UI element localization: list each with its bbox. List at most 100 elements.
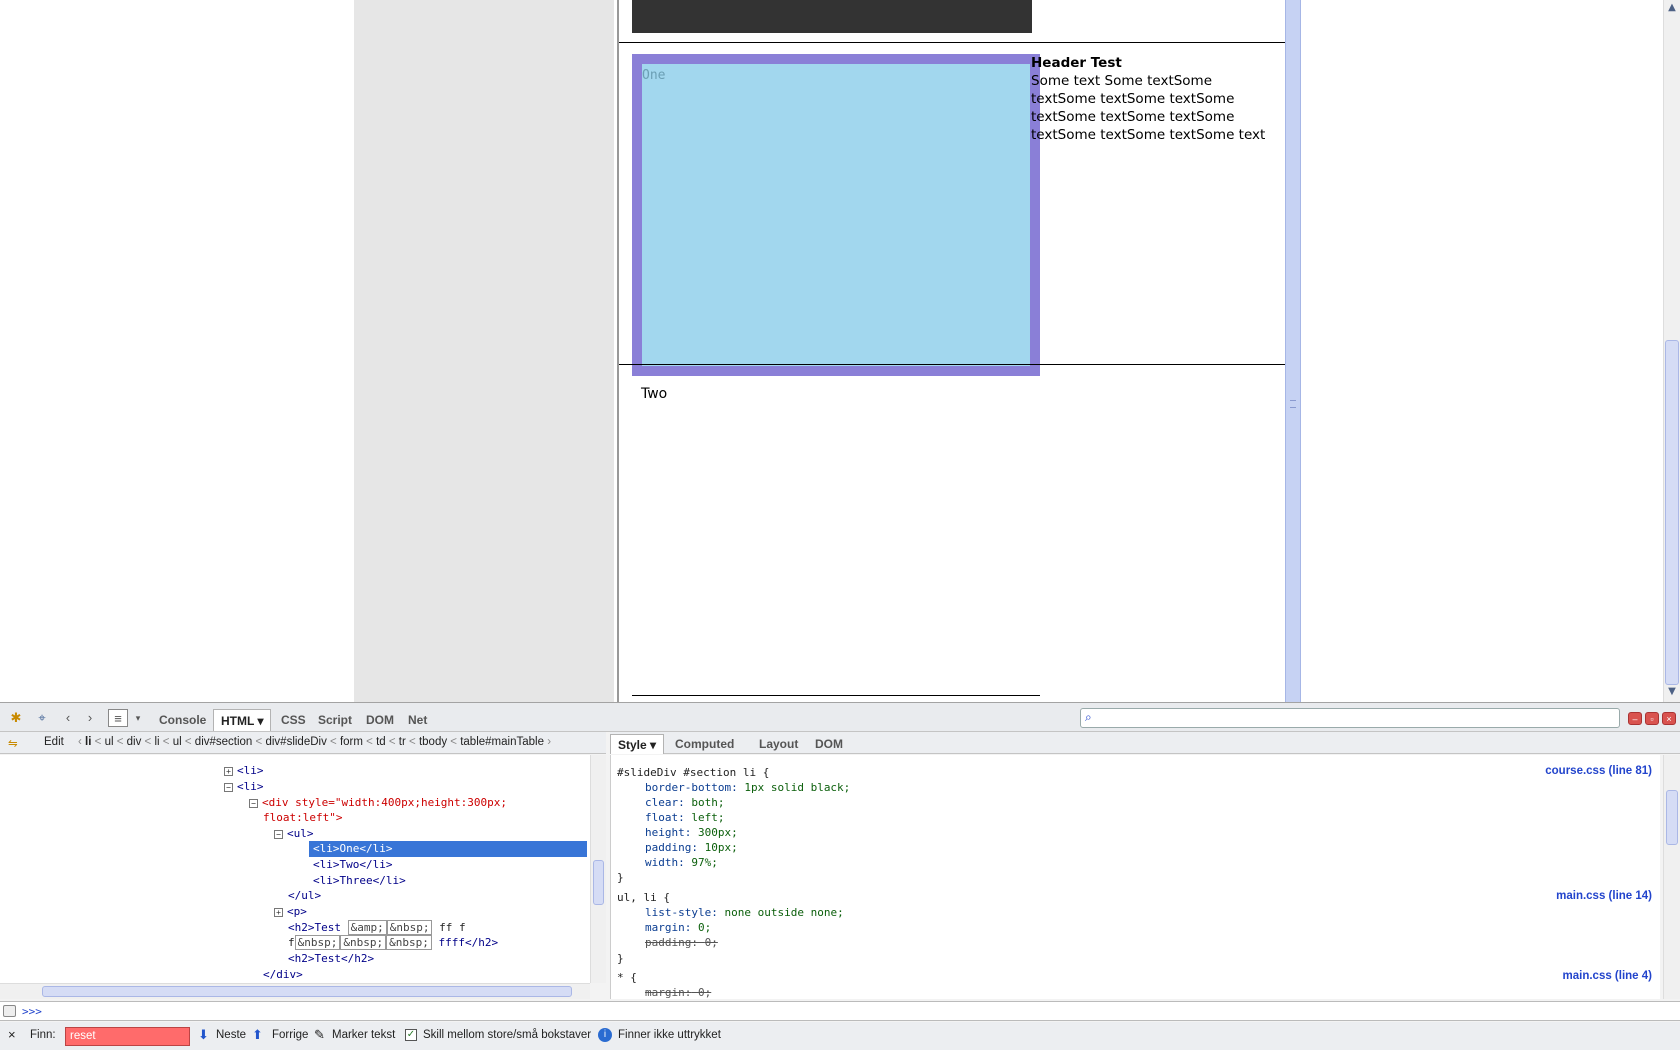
- dark-top-block: [632, 0, 1032, 33]
- highlight-all-button[interactable]: Marker tekst: [332, 1029, 395, 1041]
- arrow-down-icon[interactable]: ⬇: [198, 1027, 209, 1043]
- list-item-one-label: One: [642, 68, 666, 83]
- html-vertical-scrollbar[interactable]: [590, 755, 606, 983]
- css-property[interactable]: height: 300px;: [645, 825, 738, 840]
- breadcrumb-item[interactable]: div#slideDiv: [265, 736, 326, 748]
- tree-node[interactable]: </ul>: [288, 888, 321, 904]
- close-icon[interactable]: ×: [1662, 712, 1676, 725]
- item-bottom-border: [632, 695, 1040, 696]
- match-case-label[interactable]: Skill mellom store/små bokstaver: [423, 1029, 591, 1041]
- command-prompt: >>>: [22, 1005, 42, 1018]
- pen-icon[interactable]: ✎: [314, 1027, 325, 1043]
- tab-style[interactable]: Style ▾: [610, 734, 665, 754]
- tree-node[interactable]: </div>: [263, 967, 303, 983]
- css-property[interactable]: width: 97%;: [645, 855, 718, 870]
- breadcrumb-item[interactable]: ul: [173, 736, 182, 748]
- tree-node[interactable]: + <li>: [224, 763, 264, 779]
- find-status: Finner ikke uttrykket: [618, 1029, 721, 1041]
- style-rules-pane: #slideDiv #section li { course.css (line…: [610, 755, 1660, 999]
- page-vertical-scrollbar[interactable]: ▲ ▼: [1663, 0, 1680, 702]
- breadcrumb-item[interactable]: li: [154, 736, 159, 748]
- info-icon: i: [598, 1028, 612, 1042]
- edit-button[interactable]: Edit: [44, 736, 64, 748]
- match-case-checkbox[interactable]: ✓: [405, 1029, 417, 1041]
- rule-selector: * {: [617, 971, 637, 984]
- command-line[interactable]: >>>: [0, 1001, 1680, 1021]
- firebug-panel: ✱ ⌖ ‹ › ≡ ▾ Console HTML ▾ CSS Script DO…: [0, 702, 1680, 1050]
- css-property-overridden[interactable]: padding: 0;: [645, 935, 718, 950]
- detach-icon[interactable]: ▫: [1645, 712, 1659, 725]
- rule-selector: ul, li {: [617, 891, 670, 904]
- tab-net[interactable]: Net: [401, 709, 434, 731]
- section-top-border: [619, 42, 1286, 43]
- breadcrumb-item[interactable]: td: [376, 736, 386, 748]
- breadcrumb-item[interactable]: table#mainTable: [460, 736, 544, 748]
- item-divider: [619, 364, 1286, 365]
- tree-node[interactable]: <li>Two</li>: [313, 857, 392, 873]
- search-icon: ⌕: [1085, 710, 1092, 724]
- breadcrumb-item[interactable]: form: [340, 736, 363, 748]
- breadcrumb-item[interactable]: div#section: [195, 736, 253, 748]
- rule-source-link[interactable]: course.css (line 81): [1545, 765, 1652, 777]
- css-property[interactable]: border-bottom: 1px solid black;: [645, 780, 850, 795]
- tab-layout[interactable]: Layout: [752, 734, 805, 754]
- forward-icon[interactable]: ›: [80, 709, 100, 727]
- tree-node[interactable]: <h2>Test &amp; &nbsp; ff f: [288, 920, 466, 936]
- find-input[interactable]: reset: [65, 1027, 190, 1046]
- minimize-icon[interactable]: –: [1628, 712, 1642, 725]
- css-property[interactable]: padding: 10px;: [645, 840, 738, 855]
- tab-css[interactable]: CSS: [274, 709, 313, 731]
- scroll-thumb[interactable]: [1665, 340, 1679, 685]
- css-property-overridden[interactable]: margin: 0;: [645, 985, 711, 999]
- tree-node[interactable]: − <li>: [224, 779, 264, 795]
- tab-script[interactable]: Script: [311, 709, 359, 731]
- tree-node[interactable]: <h2>Test</h2>: [288, 951, 374, 967]
- back-icon[interactable]: ‹: [58, 709, 78, 727]
- close-find-icon[interactable]: ×: [8, 1027, 16, 1042]
- rule-source-link[interactable]: main.css (line 14): [1556, 890, 1652, 902]
- rule-close: }: [617, 871, 624, 884]
- css-property[interactable]: margin: 0;: [645, 920, 711, 935]
- tab-console[interactable]: Console: [152, 709, 213, 731]
- tree-node[interactable]: <li>Three</li>: [313, 873, 406, 889]
- find-prev-button[interactable]: Forrige: [272, 1029, 308, 1041]
- tree-node-cont: f &nbsp; &nbsp; &nbsp; ffff</h2>: [288, 935, 499, 950]
- inspect-icon[interactable]: ⌖: [32, 709, 52, 727]
- css-property[interactable]: clear: both;: [645, 795, 725, 810]
- html-tree-pane: + <li> − <li> − <div style="width:400px;hei…: [0, 755, 590, 983]
- chevron-down-icon[interactable]: ▾: [131, 709, 145, 727]
- arrow-up-icon[interactable]: ⬆: [252, 1027, 263, 1043]
- html-breadcrumb-bar: ⇋ Edit ‹ li < ul < div < li < ul < div#s…: [0, 732, 606, 754]
- highlighted-list-item[interactable]: One: [632, 54, 1040, 376]
- rule-source-link[interactable]: main.css (line 4): [1563, 970, 1652, 982]
- tree-node[interactable]: − <ul>: [274, 826, 314, 842]
- find-label: Finn:: [30, 1029, 56, 1041]
- css-property[interactable]: list-style: none outside none;: [645, 905, 844, 920]
- tree-node[interactable]: + <p>: [274, 904, 307, 920]
- command-toggle-icon[interactable]: [3, 1005, 16, 1017]
- menu-lines-icon[interactable]: ≡: [108, 709, 128, 727]
- scroll-down-icon[interactable]: ▼: [1664, 684, 1680, 700]
- scroll-up-icon[interactable]: ▲: [1664, 0, 1680, 16]
- splitter-bar[interactable]: [1285, 0, 1301, 702]
- tab-computed[interactable]: Computed: [668, 734, 741, 754]
- style-vertical-scrollbar[interactable]: [1663, 755, 1680, 999]
- left-gray-column: [354, 0, 614, 702]
- breadcrumb-item[interactable]: tbody: [419, 736, 447, 748]
- tab-html[interactable]: HTML ▾: [213, 709, 272, 731]
- search-input[interactable]: ⌕: [1080, 708, 1620, 728]
- css-property[interactable]: float: left;: [645, 810, 725, 825]
- tree-node-selected[interactable]: <li>One</li>: [309, 841, 587, 857]
- tab-side-dom[interactable]: DOM: [808, 734, 850, 754]
- breadcrumb-item[interactable]: li: [85, 736, 91, 748]
- firebug-bug-icon[interactable]: ✱: [6, 709, 26, 727]
- find-next-button[interactable]: Neste: [216, 1029, 246, 1041]
- node-picker-icon[interactable]: ⇋: [8, 736, 18, 750]
- page-viewport: One Header Test Some text Some textSome …: [0, 0, 1680, 702]
- tree-node[interactable]: − <div style="width:400px;height:300px;: [249, 795, 507, 811]
- breadcrumb-item[interactable]: div: [127, 736, 142, 748]
- breadcrumb-item[interactable]: ul: [105, 736, 114, 748]
- breadcrumb-item[interactable]: tr: [399, 736, 406, 748]
- tab-dom[interactable]: DOM: [359, 709, 401, 731]
- html-horizontal-scrollbar[interactable]: [0, 983, 590, 999]
